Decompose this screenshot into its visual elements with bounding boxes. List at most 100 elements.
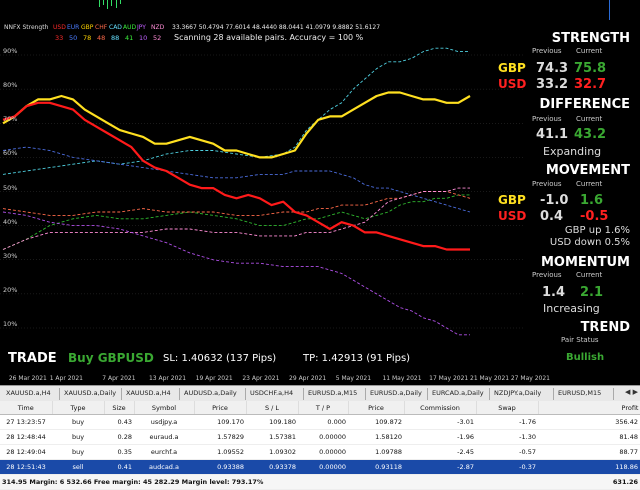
price-bar-mark — [116, 0, 117, 8]
series-line-cad — [2, 47, 470, 175]
table-cell-type: buy — [52, 429, 104, 445]
column-header[interactable]: S / L — [246, 401, 299, 415]
table-header: Time Type Size Symbol Price S / LT / P Price Co… — [0, 401, 640, 415]
row-currency: USD — [498, 209, 527, 223]
movement-previous-label: Previous — [532, 180, 562, 188]
table-cell-type: sell — [52, 459, 104, 475]
column-header[interactable]: Profit — [538, 401, 640, 415]
column-header[interactable]: Price — [194, 401, 247, 415]
momentum-title: MOMENTUM — [540, 255, 630, 270]
x-tick-label: 17 May 2021 — [429, 375, 469, 382]
trade-terminal: Time Type Size Symbol Price S / LT / P Price Co… — [0, 401, 640, 490]
currency-value: 41 — [125, 34, 134, 42]
strength-numbers: 33.3667 50.4794 77.6014 48.4440 88.0441 … — [172, 24, 381, 31]
column-header[interactable]: Swap — [476, 401, 539, 415]
table-cell-sl: 1.57381 — [246, 429, 298, 445]
difference-current-label: Current — [576, 115, 603, 123]
column-header[interactable]: T / P — [298, 401, 349, 415]
grid-label: 40% — [3, 217, 18, 226]
currency-code: CAD — [109, 24, 122, 31]
row-currency: GBP — [498, 193, 526, 207]
table-cell-swap: -0.37 — [476, 459, 538, 475]
table-cell-size: 0.35 — [104, 444, 134, 460]
table-cell-price2: 0.93118 — [348, 459, 404, 475]
table-cell-commission: -2.45 — [404, 444, 476, 460]
currency-code: AUD — [123, 24, 137, 31]
x-tick-label: 29 Apr 2021 — [289, 375, 327, 382]
table-cell-price2: 109.872 — [348, 414, 404, 430]
chart-tab[interactable]: XAUUSD.a,H4 — [122, 388, 180, 400]
column-header[interactable]: Commission — [404, 401, 477, 415]
grid-label: 20% — [3, 285, 18, 294]
total-profit: 631.26 — [538, 474, 640, 490]
column-header[interactable]: Price — [348, 401, 405, 415]
row-previous: 0.4 — [540, 209, 564, 224]
table-row[interactable]: 27 13:23:57 buy 0.43 usdjpy.a 109.170 109.180… — [0, 414, 640, 430]
chart-tab[interactable]: AUDUSD.a,Daily — [180, 388, 246, 400]
series-line-chf — [2, 191, 471, 216]
table-cell-type: buy — [52, 444, 104, 460]
grid-label: 80% — [3, 81, 18, 90]
row-previous: -1.0 — [540, 193, 569, 208]
balance-status: 314.95 Margin: 6 532.66 Free margin: 45 … — [0, 474, 538, 490]
chart-tab[interactable]: XAUUSD.a,H4 — [2, 388, 60, 400]
table-cell-tp: 0.000 — [298, 414, 348, 430]
x-tick-label: 27 May 2021 — [510, 375, 550, 382]
currency-value: 48 — [97, 34, 106, 42]
currency-codes-row: USDEUR GBP CHF CADAUDJPY NZD — [53, 24, 165, 31]
currency-value: 78 — [83, 34, 92, 42]
table-cell-size: 0.41 — [104, 459, 134, 475]
chart-tabs: XAUUSD.a,H4 XAUUSD.a,Daily XAUUSD.a,H4 AUDU… — [0, 385, 640, 402]
currency-code: GBP — [81, 24, 94, 31]
table-cell-symbol: usdjpy.a — [134, 414, 194, 430]
table-cell-profit: 118.86 — [538, 459, 640, 475]
stop-loss-text: SL: 1.40632 (137 Pips) — [163, 353, 277, 364]
tab-scroll-arrows[interactable]: ◀ ▶ — [625, 388, 638, 396]
table-row[interactable]: 28 12:49:04 buy 0.35 eurchf.a 1.09552 1.09302… — [0, 444, 640, 460]
table-row[interactable]: 28 12:48:44 buy 0.28 euraud.a 1.57829 1.57381… — [0, 429, 640, 445]
currency-value: 33 — [55, 34, 64, 42]
chart-tab[interactable]: EURUSD,M15 — [554, 388, 614, 400]
chart-tab[interactable]: EURUSD.a,Daily — [366, 388, 428, 400]
momentum-previous: 1.4 — [542, 285, 566, 300]
chart-area[interactable]: NNFX Strength USDEUR GBP CHF CADAUDJPY NZD 3… — [0, 0, 640, 385]
chart-tab[interactable]: NZDJPY.a,Daily — [490, 388, 554, 400]
price-bar-mark — [111, 0, 112, 6]
table-cell-tp: 0.00000 — [298, 444, 348, 460]
column-header[interactable]: Symbol — [134, 401, 195, 415]
orders-table: Time Type Size Symbol Price S / LT / P Price Co… — [0, 401, 640, 490]
grid-label: 90% — [3, 47, 18, 55]
currency-value: 50 — [69, 34, 78, 42]
movement-current-label: Current — [576, 180, 603, 188]
price-bar-mark — [99, 0, 100, 7]
table-row[interactable]: 28 12:51:43 sell 0.41 audcad.a 0.93388 0.9337… — [0, 459, 640, 475]
column-header[interactable]: Time — [0, 401, 53, 415]
currency-values-row: 33 50 78 48 88 41 10 52 — [55, 34, 167, 42]
chart-tab[interactable]: EURUSD.a,M15 — [304, 388, 366, 400]
table-cell-price: 1.09552 — [194, 444, 246, 460]
series-line-eur — [2, 146, 471, 213]
currency-code: JPY — [137, 24, 146, 31]
momentum-current-label: Current — [576, 271, 603, 279]
table-cell-time: 28 12:49:04 — [0, 444, 52, 460]
currency-code: USD — [53, 24, 66, 31]
momentum-current: 2.1 — [580, 285, 604, 300]
x-tick-label: 1 Apr 2021 — [49, 375, 83, 382]
chart-tab[interactable]: XAUUSD.a,Daily — [60, 388, 122, 400]
row-current: 1.6 — [580, 193, 604, 208]
x-tick-label: 11 May 2021 — [382, 375, 422, 382]
table-cell-sl: 0.93378 — [246, 459, 298, 475]
table-cell-size: 0.28 — [104, 429, 134, 445]
table-cell-swap: -1.76 — [476, 414, 538, 430]
column-header[interactable]: Size — [104, 401, 135, 415]
table-cell-sl: 1.09302 — [246, 444, 298, 460]
x-tick-label: 13 Apr 2021 — [148, 375, 187, 382]
chart-tab[interactable]: EURCAD.a,Daily — [428, 388, 490, 400]
table-cell-price: 109.170 — [194, 414, 246, 430]
chart-tab[interactable]: USDCHF.a,H4 — [246, 388, 304, 400]
column-header[interactable]: Type — [52, 401, 105, 415]
table-cell-symbol: eurchf.a — [134, 444, 194, 460]
balance-status-row: 314.95 Margin: 6 532.66 Free margin: 45 … — [0, 474, 640, 490]
x-tick-label: 7 Apr 2021 — [102, 375, 136, 382]
trade-label: TRADE — [8, 351, 57, 366]
